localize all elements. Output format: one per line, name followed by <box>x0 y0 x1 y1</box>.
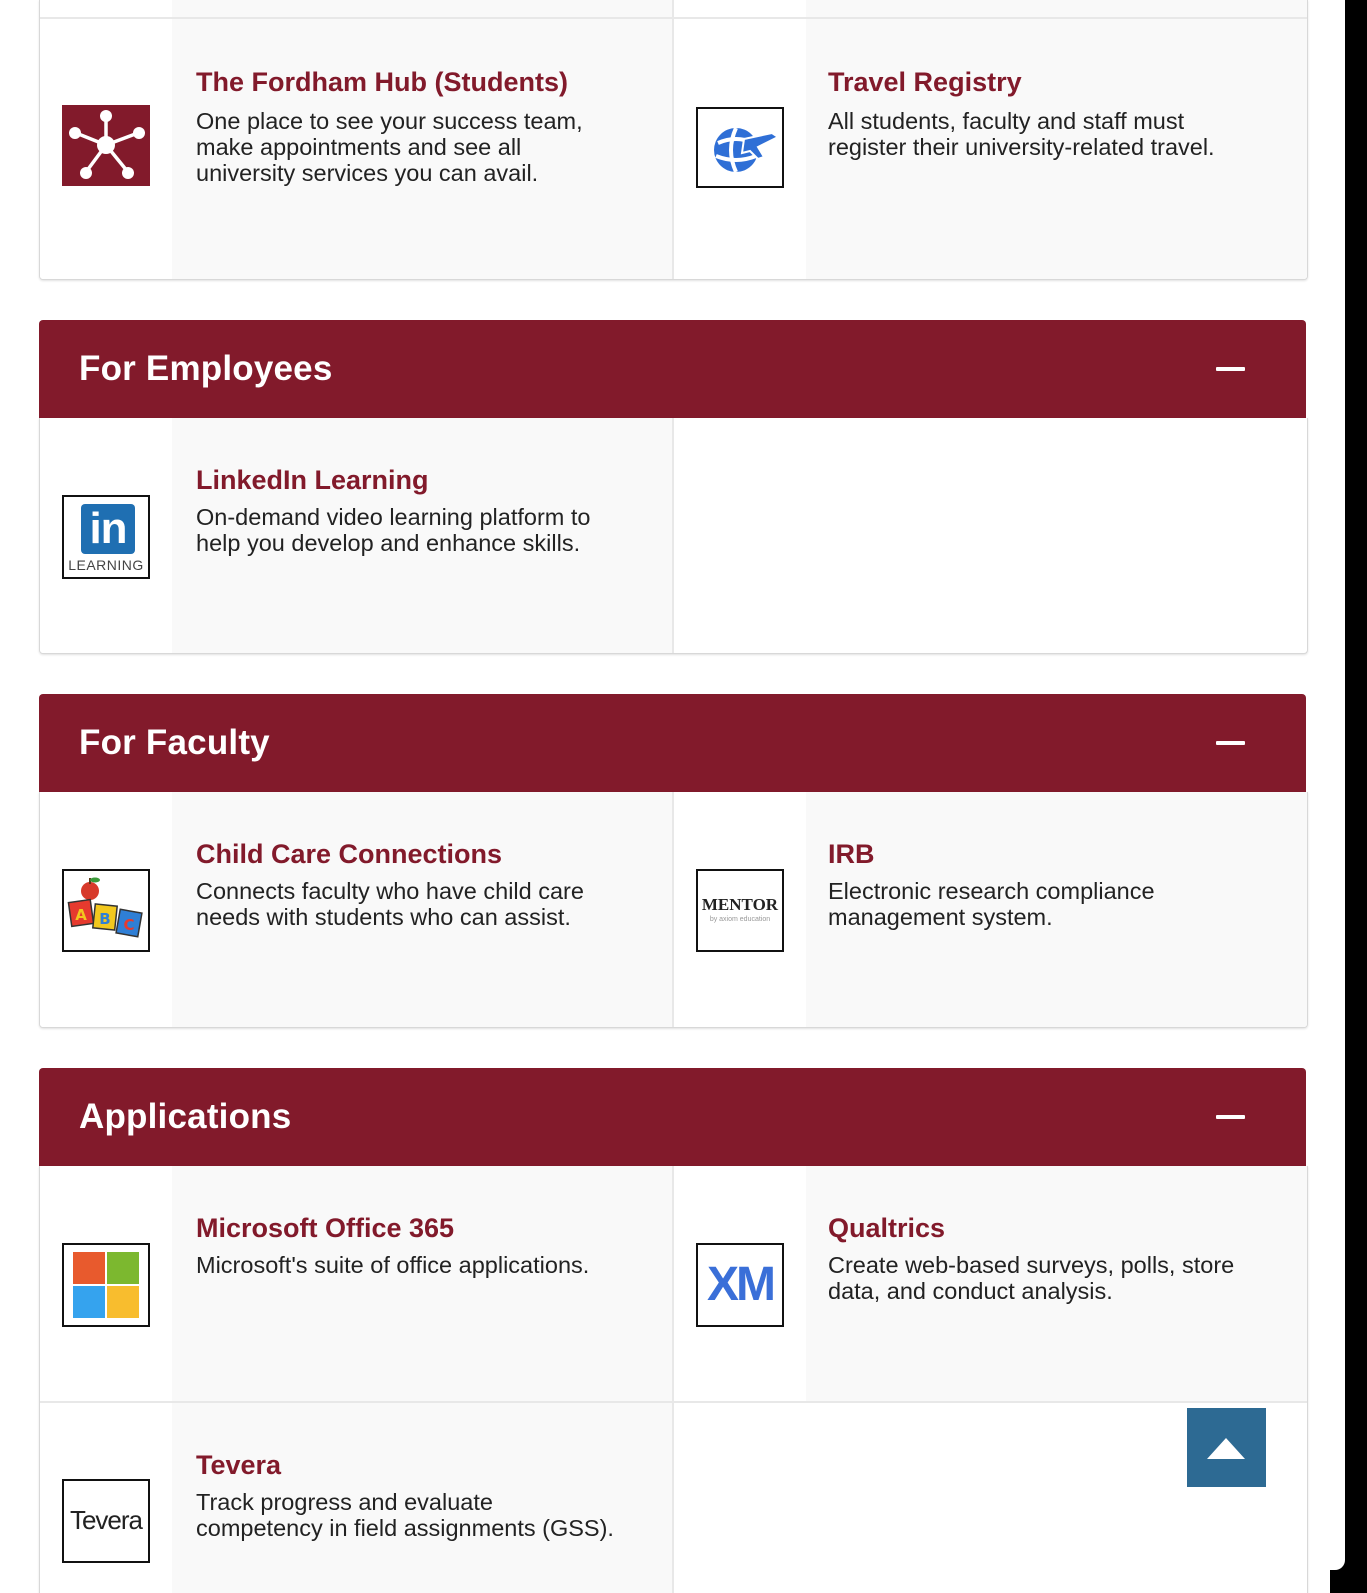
card-title-link[interactable]: Tevera <box>196 1450 281 1481</box>
employees-panel: in LEARNING LinkedIn Learning On-demand … <box>39 418 1308 654</box>
card-child-care-connections[interactable]: A B C Child Care Connections Connects fa… <box>40 792 672 1027</box>
collapse-icon[interactable] <box>1216 741 1245 745</box>
card-microsoft-office-365[interactable]: Microsoft Office 365 Microsoft's suite o… <box>40 1166 672 1401</box>
mentor-logo-subtext: by axiom education <box>709 916 771 923</box>
linkedin-in-badge: in <box>81 504 135 554</box>
mentor-logo: MENTOR by axiom education <box>696 869 784 952</box>
card-text-area <box>172 1166 672 1401</box>
section-header-faculty[interactable]: For Faculty <box>39 694 1306 792</box>
card-linkedin-learning[interactable]: in LEARNING LinkedIn Learning On-demand … <box>40 418 672 653</box>
block-letter-b: B <box>99 910 110 928</box>
card-description: On-demand video learning platform to hel… <box>196 504 591 556</box>
linkedin-learning-logo: in LEARNING <box>62 495 150 579</box>
ms-square-yellow <box>107 1286 139 1318</box>
card-title-link[interactable]: IRB <box>828 839 875 870</box>
block-letter-a: A <box>75 906 87 924</box>
globe-airplane-icon <box>696 107 784 188</box>
card-description: Microsoft's suite of office applications… <box>196 1252 590 1278</box>
faculty-panel: A B C Child Care Connections Connects fa… <box>39 792 1308 1028</box>
card-title-link[interactable]: Child Care Connections <box>196 839 502 870</box>
section-title: Applications <box>79 1097 292 1136</box>
section-title: For Employees <box>79 349 333 388</box>
ms-square-red <box>73 1252 105 1284</box>
card-title-link[interactable]: Travel Registry <box>828 67 1022 98</box>
applications-panel: Microsoft Office 365 Microsoft's suite o… <box>39 1166 1308 1593</box>
microsoft-logo <box>62 1243 150 1327</box>
card-title-link[interactable]: LinkedIn Learning <box>196 465 429 496</box>
card-title-link[interactable]: The Fordham Hub (Students) <box>196 67 568 98</box>
window-frame-edge <box>1345 0 1367 1593</box>
ms-square-green <box>107 1252 139 1284</box>
card-irb[interactable]: MENTOR by axiom education IRB Electronic… <box>674 792 1307 1027</box>
qualtrics-xm-logo: XM <box>696 1243 784 1327</box>
ms-square-blue <box>73 1286 105 1318</box>
section-header-applications[interactable]: Applications <box>39 1068 1306 1166</box>
collapse-icon[interactable] <box>1216 367 1245 371</box>
card-description: Track progress and evaluate competency i… <box>196 1489 614 1541</box>
card-travel-registry[interactable]: Travel Registry All students, faculty an… <box>674 19 1307 279</box>
section-header-employees[interactable]: For Employees <box>39 320 1306 418</box>
card-tevera[interactable]: Tevera Tevera Track progress and evaluat… <box>40 1403 672 1593</box>
card-description: Create web-based surveys, polls, store d… <box>828 1252 1235 1304</box>
card-description: Electronic research compliance managemen… <box>828 878 1155 930</box>
card-fordham-hub[interactable]: The Fordham Hub (Students) One place to … <box>40 19 672 279</box>
window-frame-corner <box>1330 1560 1367 1593</box>
students-panel: The Fordham Hub (Students) One place to … <box>39 0 1308 280</box>
qualtrics-xm-text: XM <box>707 1258 776 1311</box>
linkedin-caption: LEARNING <box>68 557 144 573</box>
tevera-logo-text: Tevera <box>69 1505 143 1535</box>
previous-card-text-area <box>806 0 1307 17</box>
section-title: For Faculty <box>79 723 270 762</box>
card-description: Connects faculty who have child care nee… <box>196 878 584 930</box>
abc-blocks-icon: A B C <box>62 869 150 952</box>
block-letter-c: C <box>123 916 134 934</box>
card-qualtrics[interactable]: XM Qualtrics Create web-based surveys, p… <box>674 1166 1307 1401</box>
network-hub-icon <box>62 105 150 186</box>
mentor-logo-text: MENTOR <box>701 895 779 914</box>
column-divider <box>672 418 674 653</box>
card-title-link[interactable]: Microsoft Office 365 <box>196 1213 454 1244</box>
tevera-logo: Tevera <box>62 1479 150 1563</box>
collapse-icon[interactable] <box>1216 1115 1245 1119</box>
previous-card-text-area <box>172 0 672 17</box>
card-title-link[interactable]: Qualtrics <box>828 1213 945 1244</box>
card-description: One place to see your success team, make… <box>196 108 583 186</box>
back-to-top-button[interactable] <box>1187 1408 1266 1487</box>
card-description: All students, faculty and staff must reg… <box>828 108 1215 160</box>
